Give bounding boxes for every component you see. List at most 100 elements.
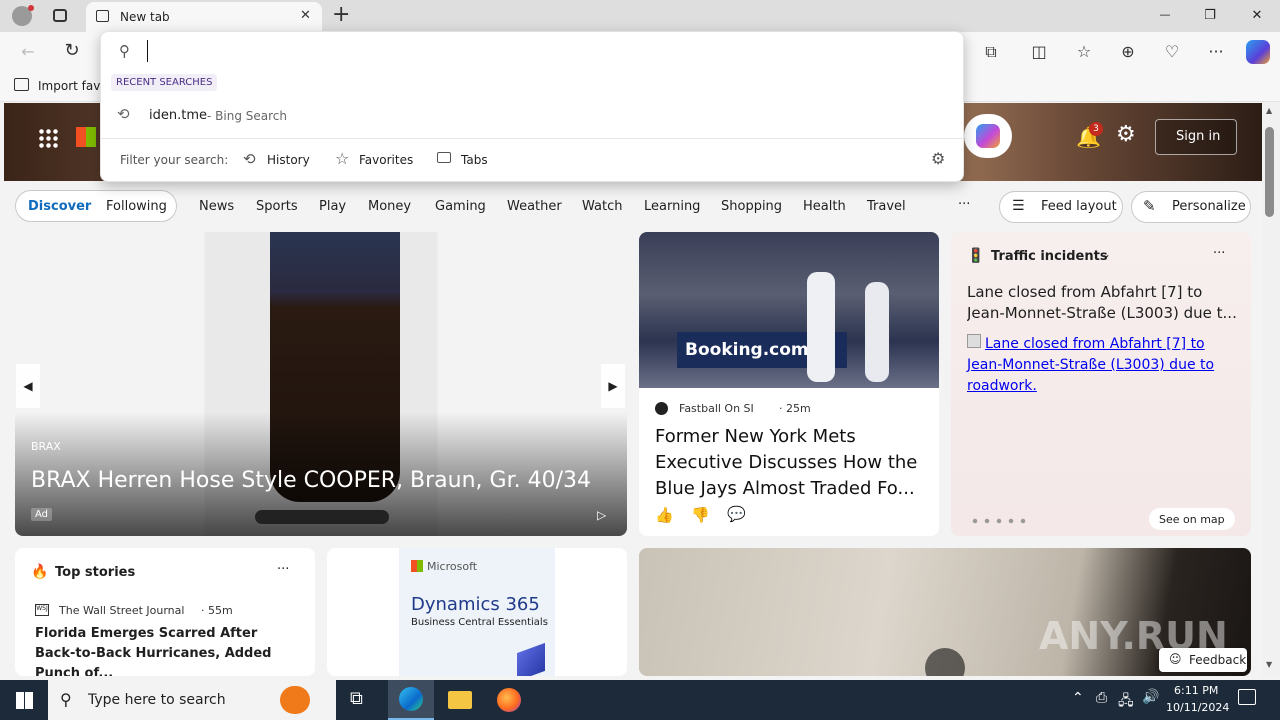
clock-date[interactable]: 10/11/2024 [1166,701,1229,714]
more-categories-button[interactable]: ··· [958,197,970,212]
traffic-more-icon[interactable]: ··· [1213,246,1225,261]
halloween-pumpkin-icon [280,686,310,714]
category-gaming[interactable]: Gaming [435,199,486,214]
browser-essentials-icon[interactable]: ♡ [1162,42,1182,61]
top-stories-flame-icon: 🔥 [31,564,49,580]
category-watch[interactable]: Watch [582,199,622,214]
extensions-icon[interactable]: ⧉ [981,42,1001,62]
omnibox-settings-icon[interactable]: ⚙ [931,149,945,168]
recent-search-item[interactable]: ⟲ iden.tme - Bing Search [101,102,963,130]
firefox-icon[interactable] [497,688,521,712]
page-settings-icon[interactable]: ⚙ [1116,122,1136,147]
carousel-prev-button[interactable]: ◀ [16,364,40,408]
traffic-title[interactable]: Traffic incidents [991,249,1108,264]
traffic-link[interactable]: Lane closed from Abfahrt [7] to Jean-Mon… [967,334,1227,397]
news-headline[interactable]: Former New York Mets Executive Discusses… [655,424,927,502]
divider [101,138,963,139]
back-arrow-icon[interactable]: ← [18,42,38,61]
address-bar-input[interactable] [147,40,947,62]
story-headline[interactable]: Florida Emerges Scarred After Back-to-Ba… [35,624,299,676]
ad-brand: BRAX [31,440,61,453]
see-on-map-button[interactable]: See on map [1149,508,1235,530]
refresh-icon[interactable]: ↻ [62,40,82,61]
tab-new-tab[interactable]: New tab ✕ [86,2,322,32]
tab-discover[interactable]: Discover [28,199,91,214]
edge-taskbar-icon[interactable] [388,680,434,720]
top-stories-more-icon[interactable]: ··· [277,562,289,577]
tab-actions-icon[interactable] [53,9,67,22]
traffic-headline[interactable]: Lane closed from Abfahrt [7] to Jean-Mon… [967,282,1237,324]
settings-more-icon[interactable]: ··· [1206,42,1226,61]
tray-chevron-icon[interactable]: ⌃ [1072,690,1084,706]
carousel-dots[interactable] [255,510,389,524]
category-news[interactable]: News [199,199,234,214]
title-bar: New tab ✕ + — ❐ ✕ [0,0,1280,32]
ms-ad-brand: Microsoft [427,560,478,573]
personalize-icon: ✎ [1143,197,1156,215]
tab-following[interactable]: Following [106,199,167,214]
ad-title[interactable]: BRAX Herren Hose Style COOPER, Braun, Gr… [31,468,591,493]
video-card[interactable]: ANY.RUN ☺ Feedback [639,548,1251,676]
filter-favorites[interactable]: Favorites [359,153,413,167]
scroll-up-icon[interactable]: ▲ [1266,106,1272,115]
collections-icon[interactable]: ⊕ [1118,42,1138,61]
tab-title: New tab [120,10,170,24]
volume-icon[interactable]: 🔊 [1142,689,1159,705]
comment-icon[interactable]: 💬 [727,505,746,523]
ad-label: Ad [31,508,53,521]
taskbar-search-box[interactable]: ⚲ Type here to search [48,680,336,720]
tray-device-icon[interactable]: ⎙ [1096,690,1107,706]
category-travel[interactable]: Travel [867,199,906,214]
filter-tabs[interactable]: Tabs [461,153,488,167]
close-window-button[interactable]: ✕ [1247,8,1267,23]
recent-source: - Bing Search [207,109,287,123]
taskbar-search-placeholder: Type here to search [88,692,226,708]
category-learning[interactable]: Learning [644,199,700,214]
carousel-next-button[interactable]: ▶ [601,364,625,408]
category-shopping[interactable]: Shopping [721,199,782,214]
category-weather[interactable]: Weather [507,199,562,214]
like-icon[interactable]: 👍 [655,506,674,524]
scrollbar-thumb[interactable] [1265,127,1274,217]
notification-center-icon[interactable] [1238,689,1256,705]
new-tab-button[interactable]: + [332,2,350,27]
ad-choices-icon[interactable]: ▷ [597,508,606,522]
dislike-icon[interactable]: 👎 [691,506,710,524]
maximize-button[interactable]: ❐ [1200,8,1220,23]
feed-layout-label: Feed layout [1041,199,1117,214]
category-play[interactable]: Play [319,199,346,214]
copilot-search-icon[interactable] [964,114,1012,158]
windows-start-icon[interactable] [16,692,33,709]
category-money[interactable]: Money [368,199,411,214]
ad-carousel-card[interactable]: ◀ ▶ BRAX BRAX Herren Hose Style COOPER, … [15,232,627,536]
feed-layout-icon: ☰ [1012,198,1025,214]
filter-label: Filter your search: [120,153,229,167]
play-button-icon[interactable] [925,648,965,676]
import-favorites-link[interactable]: Import favo [38,79,108,93]
traffic-card[interactable]: 🚦 Traffic incidents ⌄ ··· Lane closed fr… [951,232,1251,536]
filter-history[interactable]: History [267,153,310,167]
news-time: · 25m [779,402,811,415]
news-card-mets[interactable]: Booking.com Fastball On SI · 25m Former … [639,232,939,536]
close-tab-icon[interactable]: ✕ [300,8,311,23]
sign-in-label: Sign in [1176,129,1221,144]
search-icon: ⚲ [119,42,130,60]
favorites-star-icon[interactable]: ☆ [1074,42,1094,61]
import-favorites-icon[interactable] [14,78,29,91]
feedback-button[interactable]: ☺ Feedback [1159,648,1247,672]
category-health[interactable]: Health [803,199,846,214]
split-screen-icon[interactable]: ◫ [1029,42,1049,61]
clock-time[interactable]: 6:11 PM [1174,684,1218,697]
task-view-icon[interactable]: ⧉ [350,688,363,709]
microsoft-ad-card[interactable]: Microsoft Dynamics 365 Business Central … [327,548,627,676]
network-icon[interactable]: 🖧 [1118,690,1134,714]
minimize-button[interactable]: — [1155,8,1175,21]
sign-in-button[interactable]: Sign in [1155,119,1237,155]
category-sports[interactable]: Sports [256,199,298,214]
file-explorer-icon[interactable] [448,691,472,709]
traffic-dropdown-chevron-icon[interactable]: ⌄ [1101,247,1111,261]
scroll-down-icon[interactable]: ▼ [1266,660,1272,669]
traffic-pager-dots[interactable] [969,518,1029,524]
copilot-icon[interactable] [1246,40,1270,64]
apps-launcher-icon[interactable] [38,128,58,148]
